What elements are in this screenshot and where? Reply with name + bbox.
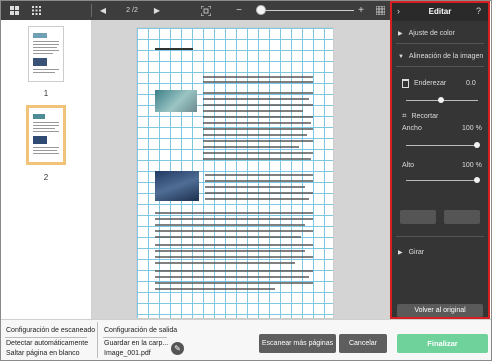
edit-panel-header: › Editar ? [392,3,488,21]
zoom-slider-knob[interactable] [256,5,266,15]
divider [396,236,484,237]
cancel-button[interactable]: Cancelar [339,334,387,353]
crop-icon[interactable]: ⌗ [402,111,407,120]
width-slider-knob[interactable] [474,142,480,148]
finish-button[interactable]: Finalizar [397,334,488,353]
page-header-line [155,48,193,50]
divider [103,337,167,338]
thumbnail-panel: 1 2 [1,20,92,319]
preview-area [92,20,390,319]
width-value: 100 % [462,125,482,132]
pencil-icon[interactable]: ✎ [171,342,184,355]
thumbnail-page-1[interactable] [28,26,64,82]
width-slider[interactable] [406,145,478,146]
chevron-right-icon: ▶ [398,250,403,256]
height-slider[interactable] [406,180,478,181]
scanned-page-preview[interactable] [137,28,333,318]
page-photo-2 [155,171,199,201]
auto-detect-label: Detectar automáticamente [6,340,89,347]
question-icon[interactable]: ? [476,6,481,16]
page-counter: 2 /2 [126,7,138,14]
trash-icon[interactable] [402,79,409,88]
chevron-left-icon[interactable]: ◀ [97,1,109,20]
height-label: Alto [402,162,415,169]
skip-blank-label: Saltar página en blanco [6,350,80,357]
toolbar: ◀ 2 /2 ▶ − + [1,1,390,20]
section-align-label: Alineación de la imagen [408,53,484,60]
crop-label: Recortar [411,113,439,120]
divider [396,66,484,67]
zoom-out-icon[interactable]: − [233,1,245,20]
straighten-value: 0.0 [466,80,476,87]
toolbar-separator [91,4,92,17]
thumbnail-label-1: 1 [43,89,49,98]
grid-icon[interactable] [373,1,387,20]
grid-small-icon[interactable] [7,1,21,20]
save-location-label: Guardar en la carp... [104,340,169,347]
width-label: Ancho [402,125,422,132]
grid-large-icon[interactable] [29,1,43,20]
thumbnail-page-2[interactable] [26,105,66,165]
straighten-slider-knob[interactable] [438,97,444,103]
chevron-right-icon: ▶ [398,31,403,37]
chevron-right-icon[interactable]: ▶ [151,1,163,20]
zoom-in-icon[interactable]: + [355,1,367,20]
fit-page-icon[interactable] [199,1,213,20]
section-color-label: Ajuste de color [408,30,455,37]
output-config-link[interactable]: Configuración de salida [104,327,177,334]
edit-panel: › Editar ? ▶ Ajuste de color ▼ Alineació… [390,1,490,319]
page-photo-1 [155,90,197,112]
filename-label: Image_001.pdf [104,350,151,357]
scan-more-button[interactable]: Escanear más páginas [259,334,336,353]
straighten-label: Enderezar [413,80,447,88]
scan-config-link[interactable]: Configuración de escaneado [6,327,95,334]
divider [396,43,484,44]
edit-panel-title: Editar [428,7,452,16]
zoom-slider-track[interactable] [256,10,354,11]
thumbnail-label-2: 2 [43,173,49,182]
section-rotate[interactable]: ▶ Girar [398,249,424,256]
crop-row: ⌗ Recortar [402,111,438,121]
chevron-down-icon: ▼ [398,54,404,60]
divider [97,322,98,358]
straighten-row: Enderezar [402,79,446,88]
height-slider-knob[interactable] [474,177,480,183]
crop-reset-button[interactable] [444,210,480,224]
restore-original-button[interactable]: Volver al original [397,304,483,317]
section-rotate-label: Girar [408,249,425,256]
divider [5,337,87,338]
section-color-adjust[interactable]: ▶ Ajuste de color [398,30,455,37]
crop-apply-button[interactable] [400,210,436,224]
section-image-align[interactable]: ▼ Alineación de la imagen [398,53,483,60]
height-value: 100 % [462,162,482,169]
footer-bar: Configuración de escaneado Detectar auto… [1,319,491,360]
